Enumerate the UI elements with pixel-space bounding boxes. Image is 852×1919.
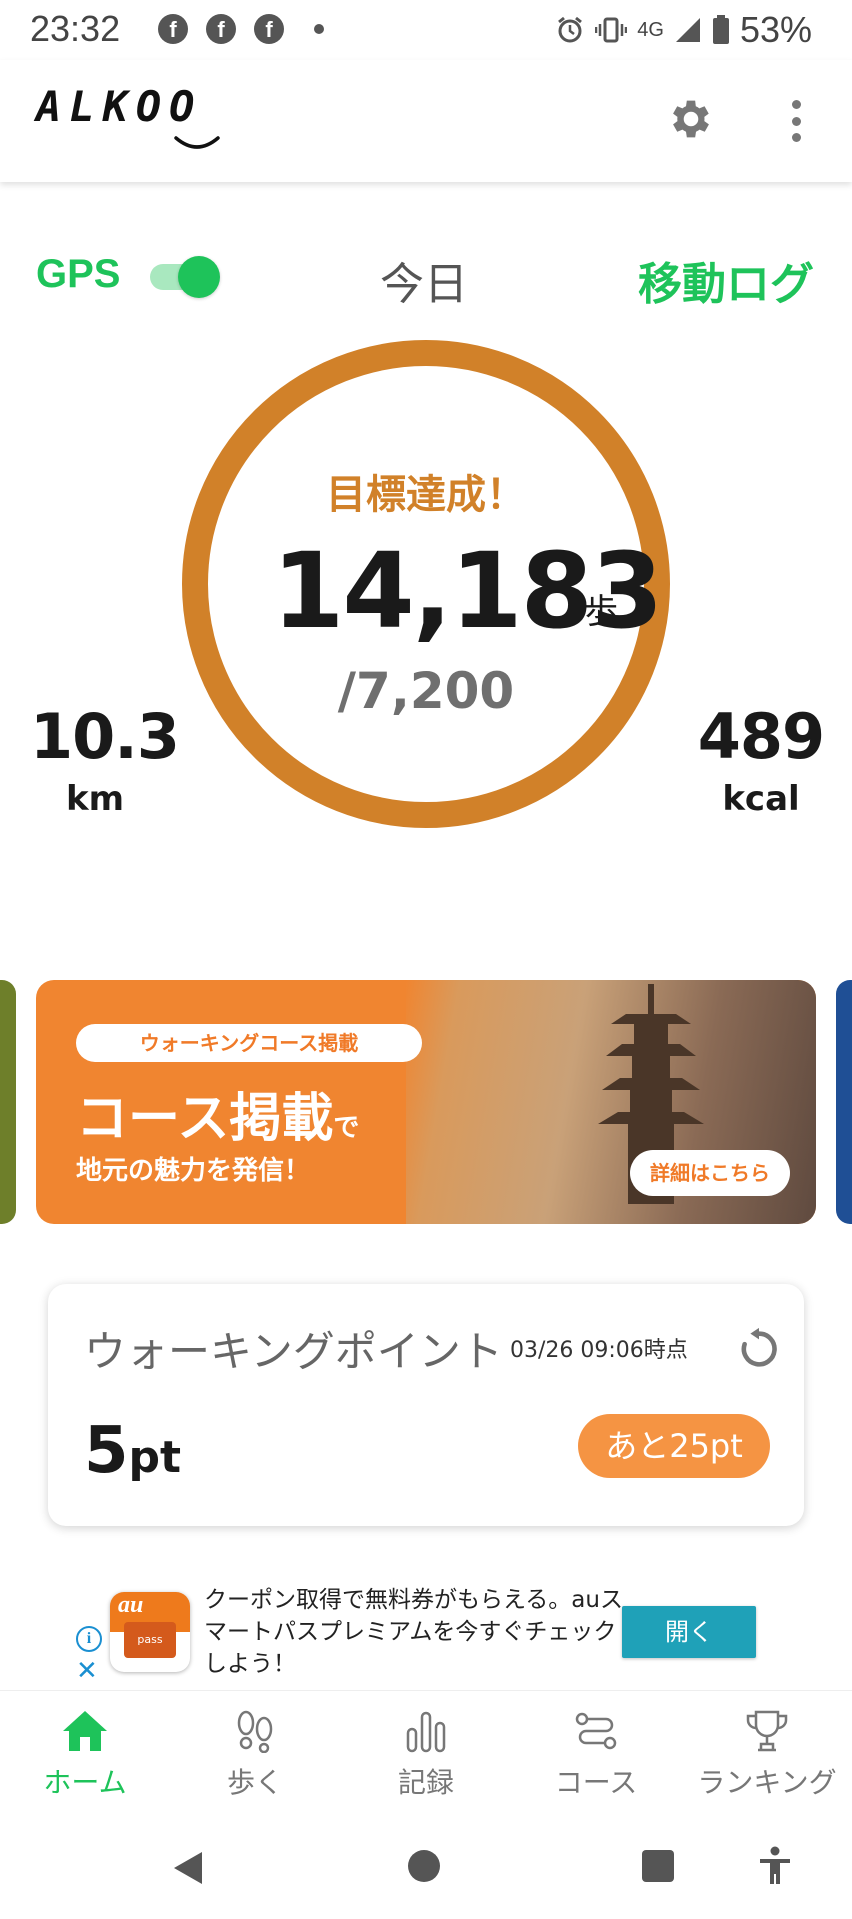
gear-icon[interactable]: [666, 94, 716, 144]
distance-unit: km: [65, 779, 125, 819]
points-unit: pt: [128, 1432, 182, 1483]
status-bar: 23:32 f f f 4G 53%: [0, 0, 852, 60]
refresh-icon[interactable]: [736, 1326, 782, 1372]
goal-status: 目標達成！: [326, 472, 526, 518]
banner-subtitle: 地元の魅力を発信！: [76, 1156, 311, 1186]
footprints-icon: [237, 1710, 273, 1753]
step-unit: 歩: [584, 592, 618, 632]
nav-item-records[interactable]: 記録: [341, 1709, 511, 1819]
home-icon: [63, 1711, 107, 1751]
points-number: 5: [84, 1414, 129, 1488]
points-title: ウォーキングポイント: [84, 1327, 503, 1376]
app-bar: ALKOO: [0, 60, 852, 182]
ad-text: クーポン取得で無料券がもらえる。auスマートパスプレミアムを今すぐチェックしよう…: [204, 1587, 623, 1677]
bar-chart-icon: [406, 1711, 446, 1753]
more-notifications-icon: [314, 24, 324, 34]
nav-label-walk: 歩く: [226, 1766, 283, 1799]
banner-title-suffix: で: [333, 1113, 360, 1143]
status-right: 4G 53%: [555, 8, 812, 52]
gps-toggle[interactable]: [150, 256, 222, 298]
status-time: 23:32: [30, 8, 121, 49]
facebook-icon: f: [206, 14, 236, 44]
points-value: 5pt: [84, 1414, 181, 1488]
nav-label-home: ホーム: [43, 1766, 127, 1799]
route-icon: [575, 1712, 617, 1750]
calories-unit: kcal: [722, 779, 800, 819]
logo-smile-icon: [174, 136, 220, 149]
ad-banner[interactable]: i ✕ au pass クーポン取得で無料券がもらえる。auスマートパスプレミア…: [70, 1578, 782, 1686]
gps-label: GPS: [36, 252, 121, 296]
battery-percent: 53%: [739, 9, 812, 50]
points-timestamp: 03/26 09:06時点: [510, 1338, 688, 1363]
nav-label-course: コース: [554, 1766, 638, 1799]
trophy-icon: [746, 1710, 788, 1752]
nav-label-ranking: ランキング: [697, 1766, 837, 1799]
ad-close-icon[interactable]: ✕: [76, 1656, 98, 1686]
nav-item-course[interactable]: コース: [511, 1709, 681, 1819]
walking-points-card[interactable]: ウォーキングポイント 03/26 09:06時点 5pt あと25pt: [48, 1284, 804, 1526]
nav-item-walk[interactable]: 歩く: [170, 1709, 340, 1819]
system-nav-bar: [0, 1828, 852, 1919]
app-logo: ALKOO: [36, 82, 203, 131]
nav-item-ranking[interactable]: ランキング: [682, 1709, 852, 1819]
banner-title: コース掲載で: [76, 1076, 359, 1151]
facebook-icon: f: [158, 14, 188, 44]
more-vert-icon[interactable]: [786, 96, 806, 146]
ad-info-icon[interactable]: i: [76, 1626, 102, 1652]
facebook-icon: f: [254, 14, 284, 44]
home-button-icon[interactable]: [408, 1850, 440, 1882]
signal-icon: [675, 18, 700, 42]
bottom-nav: ホーム 歩く 記録 コース ランキング: [0, 1690, 852, 1828]
accessibility-icon[interactable]: [758, 1846, 792, 1886]
back-icon[interactable]: [172, 1850, 204, 1886]
course-banner[interactable]: ウォーキングコース掲載 コース掲載で 地元の魅力を発信！ 詳細はこちら: [36, 980, 816, 1224]
points-remaining-badge: あと25pt: [578, 1414, 770, 1478]
gps-toggle-knob: [178, 256, 220, 298]
au-app-card: pass: [124, 1622, 176, 1658]
banner-detail-button[interactable]: 詳細はこちら: [630, 1150, 790, 1196]
calories-value: 489: [697, 700, 825, 773]
banner-title-main: コース掲載: [76, 1089, 334, 1149]
au-app-icon: au pass: [110, 1592, 190, 1672]
banner-next-peek[interactable]: [836, 980, 852, 1224]
ad-open-button[interactable]: 開く: [622, 1606, 756, 1658]
banner-prev-peek[interactable]: [0, 980, 16, 1224]
banner-pill: ウォーキングコース掲載: [76, 1024, 422, 1062]
distance-stat: 10.3 km: [30, 700, 180, 819]
move-log-link[interactable]: 移動ログ: [638, 248, 814, 312]
battery-icon: [712, 15, 729, 44]
vibrate-icon: [595, 17, 628, 43]
nav-label-records: 記録: [397, 1766, 454, 1799]
distance-value: 10.3: [30, 700, 180, 773]
alarm-icon: [558, 16, 583, 43]
period-label: 今日: [380, 259, 468, 310]
network-type: 4G: [637, 18, 664, 41]
recents-icon[interactable]: [642, 1850, 674, 1882]
calories-stat: 489 kcal: [696, 700, 826, 819]
nav-item-home[interactable]: ホーム: [0, 1709, 170, 1819]
